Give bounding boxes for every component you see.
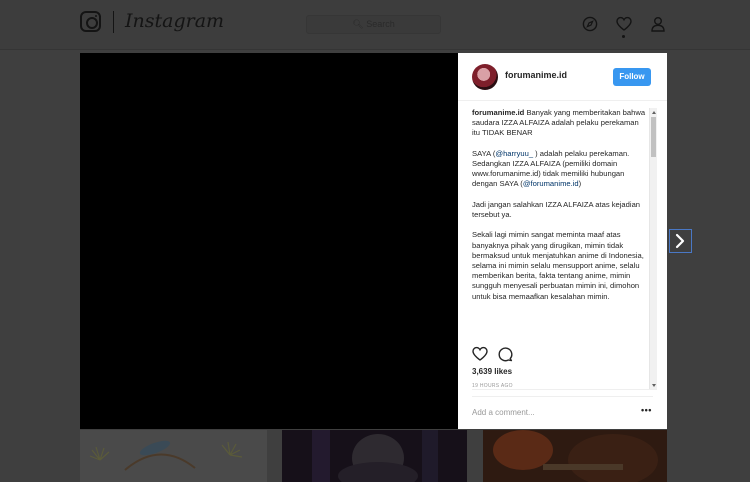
post-username[interactable]: forumanime.id <box>505 70 567 80</box>
mention-link[interactable]: @harryuu_ <box>495 149 533 158</box>
anime-character-image <box>312 430 438 482</box>
more-options-icon[interactable]: ••• <box>641 405 652 415</box>
comment-bubble-icon[interactable] <box>497 346 513 362</box>
instagram-wordmark[interactable]: Instagram <box>125 10 224 32</box>
grid-thumbnail[interactable] <box>282 430 467 482</box>
likes-count[interactable]: 3,639 likes <box>472 367 512 376</box>
scrollbar-thumb[interactable] <box>651 117 656 157</box>
caption-text: Sekali lagi mimin sangat meminta maaf at… <box>472 230 644 301</box>
post-timestamp[interactable]: 19 HOURS AGO <box>472 383 513 389</box>
avatar[interactable] <box>472 64 498 90</box>
scroll-down-arrow-icon[interactable] <box>652 384 656 387</box>
scroll-up-arrow-icon[interactable] <box>652 111 656 114</box>
chevron-right-icon <box>675 233 685 249</box>
heart-icon[interactable] <box>616 16 632 32</box>
notification-dot <box>622 35 625 38</box>
logo-divider <box>113 11 114 33</box>
divider <box>472 396 653 397</box>
caption-text: Jadi jangan salahkan IZZA ALFAIZA atas k… <box>472 199 641 219</box>
caption-scrollbar[interactable] <box>649 108 657 389</box>
caption-text: ) adalah pelaku perekaman. <box>533 148 630 158</box>
top-navigation-bar: Instagram 🔍︎ Search <box>0 0 750 50</box>
add-comment-input[interactable] <box>472 405 622 419</box>
search-placeholder: Search <box>366 19 395 29</box>
post-caption: forumanime.id Banyak yang memberitakan b… <box>472 108 647 302</box>
post-media[interactable] <box>80 53 458 429</box>
grid-thumbnail[interactable] <box>80 430 267 482</box>
compass-icon[interactable] <box>582 16 598 32</box>
like-heart-icon[interactable] <box>472 346 488 362</box>
caption-text: ) <box>578 179 582 189</box>
mention-link[interactable]: @forumanime.id <box>523 179 579 188</box>
follow-button[interactable]: Follow <box>613 68 651 86</box>
profile-icon[interactable] <box>650 16 666 32</box>
post-detail-panel: forumanime.id Follow forumanime.id Banya… <box>458 53 667 429</box>
instagram-camera-icon[interactable] <box>80 11 101 32</box>
post-header: forumanime.id Follow <box>458 53 667 101</box>
grid-thumbnail[interactable] <box>483 430 667 482</box>
post-actions <box>472 346 532 362</box>
search-input[interactable]: 🔍︎ Search <box>306 15 441 34</box>
fireworks-illustration <box>89 440 243 471</box>
caption-username[interactable]: forumanime.id <box>472 108 524 117</box>
next-post-button[interactable] <box>669 229 692 253</box>
caption-text: SAYA ( <box>472 148 496 158</box>
search-icon: 🔍︎ <box>352 19 367 29</box>
anime-poster-image <box>493 430 658 482</box>
